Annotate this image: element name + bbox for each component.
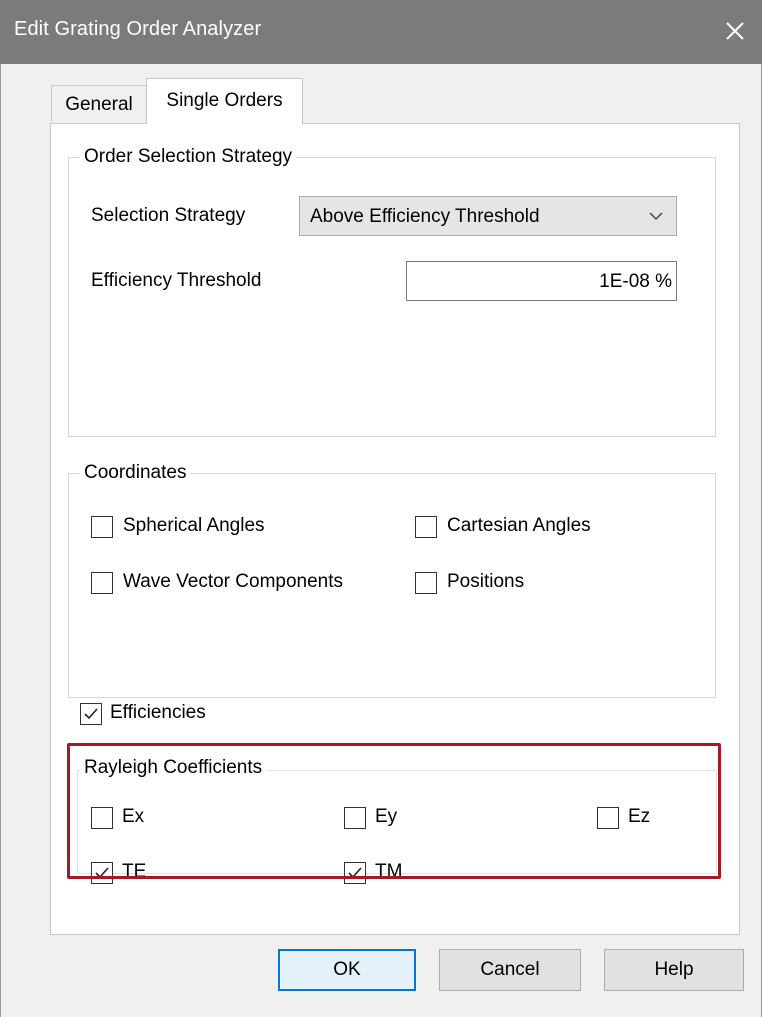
ez-checkbox[interactable] — [597, 807, 619, 829]
cartesian-angles-checkbox[interactable] — [415, 516, 437, 538]
check-icon — [348, 867, 362, 879]
title-bar: Edit Grating Order Analyzer — [0, 0, 762, 64]
te-label: TE — [122, 861, 147, 882]
spherical-angles-label: Spherical Angles — [123, 515, 265, 536]
ok-button[interactable]: OK — [278, 949, 416, 991]
positions-checkbox[interactable] — [415, 572, 437, 594]
check-icon — [84, 708, 98, 720]
selection-strategy-value: Above Efficiency Threshold — [310, 206, 540, 227]
spherical-angles-checkbox[interactable] — [91, 516, 113, 538]
rayleigh-legend: Rayleigh Coefficients — [80, 757, 267, 779]
tm-checkbox[interactable] — [344, 862, 366, 884]
cartesian-angles-label: Cartesian Angles — [447, 515, 591, 536]
te-checkbox[interactable] — [91, 862, 113, 884]
wave-vector-components-label: Wave Vector Components — [123, 571, 344, 592]
efficiencies-checkbox[interactable] — [80, 703, 102, 725]
ex-label: Ex — [122, 806, 145, 827]
chevron-down-icon — [649, 212, 663, 221]
selection-strategy-select[interactable]: Above Efficiency Threshold — [299, 196, 677, 236]
check-icon — [95, 867, 109, 879]
ey-label: Ey — [375, 806, 398, 827]
ey-checkbox[interactable] — [344, 807, 366, 829]
window-title: Edit Grating Order Analyzer — [14, 18, 262, 40]
efficiency-threshold-label: Efficiency Threshold — [91, 270, 262, 291]
tab-general[interactable]: General — [51, 85, 147, 121]
ez-label: Ez — [628, 806, 651, 827]
coordinates-legend: Coordinates — [80, 462, 191, 484]
order-selection-legend: Order Selection Strategy — [80, 146, 297, 168]
selection-strategy-label: Selection Strategy — [91, 205, 246, 226]
close-icon[interactable] — [724, 20, 746, 42]
cancel-button[interactable]: Cancel — [439, 949, 581, 991]
ex-checkbox[interactable] — [91, 807, 113, 829]
wave-vector-components-checkbox[interactable] — [91, 572, 113, 594]
efficiency-threshold-input[interactable]: 1E-08 % — [406, 261, 677, 301]
tm-label: TM — [375, 861, 403, 882]
efficiencies-label: Efficiencies — [110, 702, 206, 723]
help-button[interactable]: Help — [604, 949, 744, 991]
tab-single-orders[interactable]: Single Orders — [146, 78, 303, 124]
positions-label: Positions — [447, 571, 525, 592]
